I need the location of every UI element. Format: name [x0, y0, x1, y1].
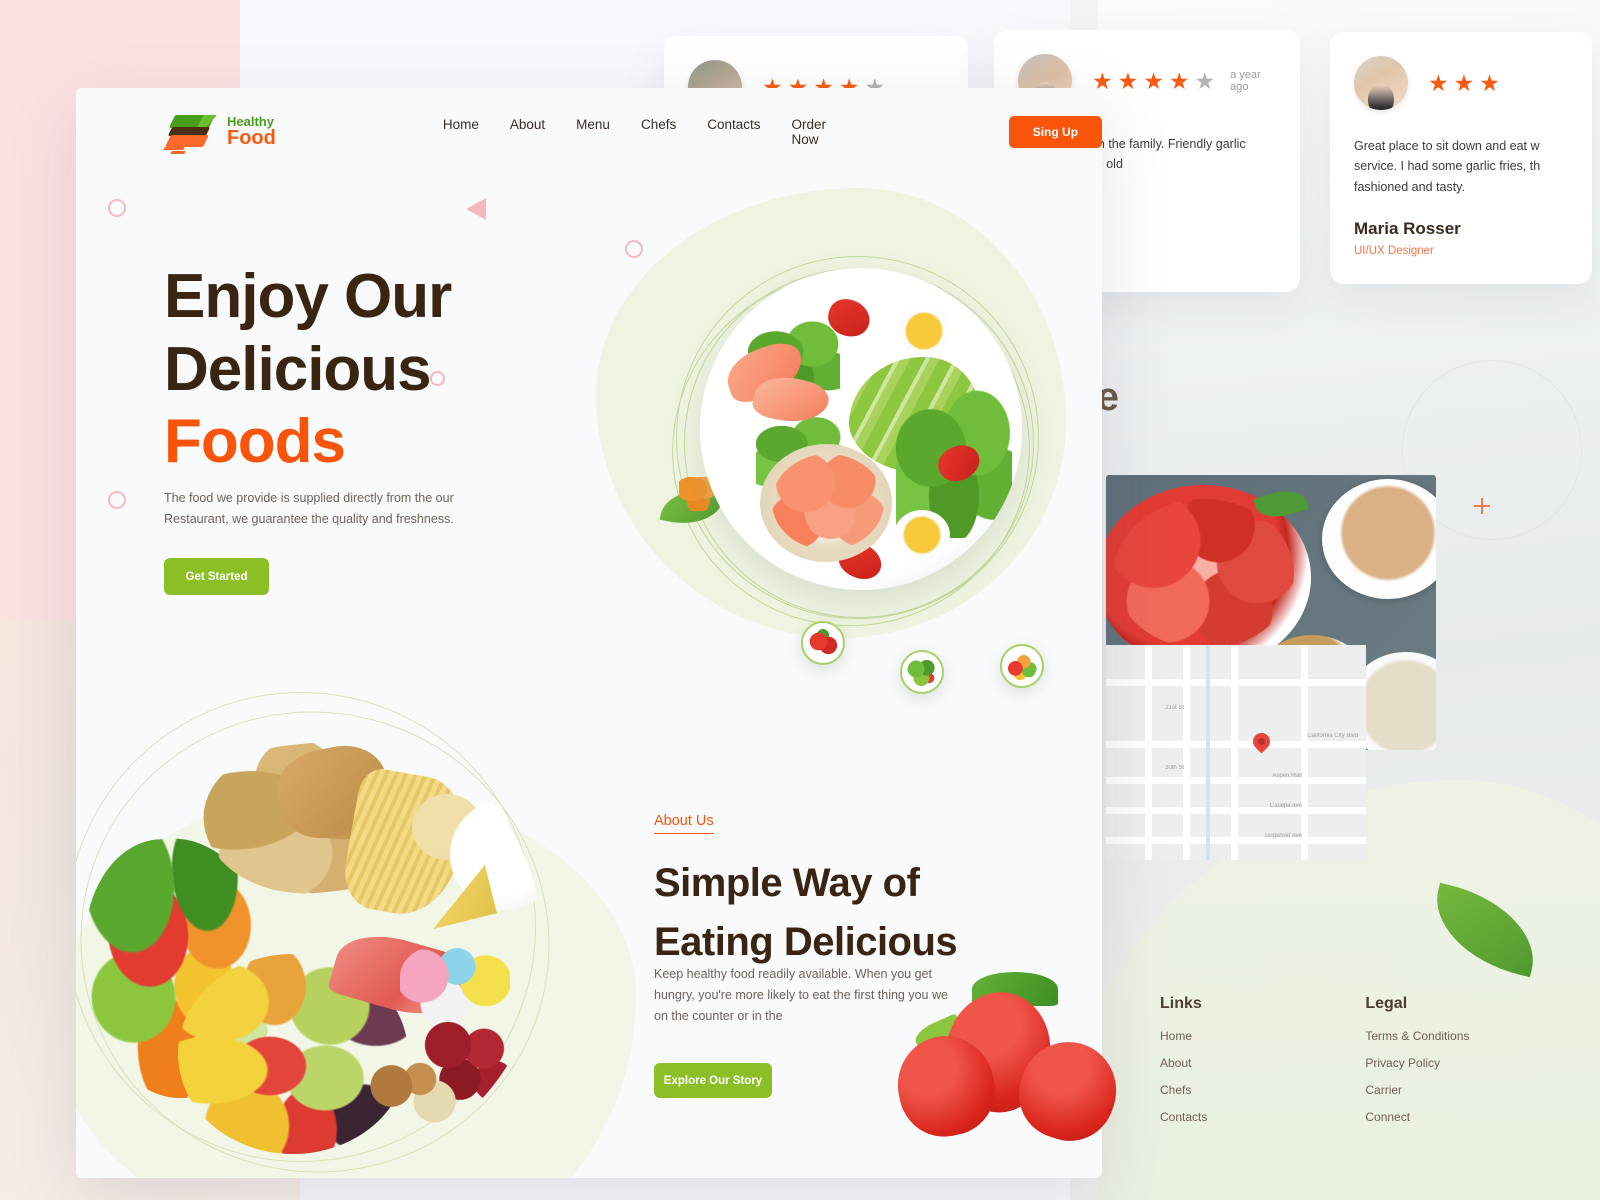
hero-title: Enjoy Our Delicious Foods [164, 261, 452, 479]
salad-icon [907, 657, 937, 687]
footer-link-privacy[interactable]: Privacy Policy [1365, 1056, 1469, 1070]
hero-subtitle: The food we provide is supplied directly… [164, 491, 454, 526]
map-street-label: Aspen Mall [1272, 773, 1302, 779]
salmon-shape [772, 454, 884, 550]
map-road [1231, 645, 1238, 860]
map-road [1301, 645, 1308, 860]
footer-link-connect[interactable]: Connect [1365, 1110, 1469, 1124]
nuts-group-shape [368, 1058, 458, 1128]
hero-title-line-1: Enjoy Our [164, 262, 452, 331]
nav-item-menu[interactable]: Menu [576, 117, 610, 147]
star-icon: ★ [1168, 67, 1190, 94]
footer-column-legal: Legal Terms & Conditions Privacy Policy … [1365, 995, 1469, 1137]
footer-link-home[interactable]: Home [1160, 1029, 1207, 1043]
about-us-link[interactable]: About Us [654, 813, 714, 834]
boiled-egg-shape [896, 306, 952, 356]
footer-column-links: Links Home About Chefs Contacts [1160, 995, 1207, 1137]
location-pin-icon [1249, 729, 1274, 754]
decor-circle [625, 240, 643, 258]
avatar [1354, 56, 1408, 110]
star-icon: ★ [1453, 69, 1475, 96]
map-street-label: 20th St [1164, 765, 1184, 771]
food-thumbnail-vegetables[interactable] [1000, 644, 1044, 688]
rating-stars: ★ ★ ★ ★ ★ a year ago [1092, 69, 1276, 93]
coffee-cup-shape [1322, 479, 1436, 599]
footer-link-contacts[interactable]: Contacts [1160, 1110, 1207, 1124]
footer-column-title: Legal [1365, 995, 1408, 1012]
strawberries-icon [808, 628, 838, 658]
boiled-egg-shape [894, 510, 950, 560]
nav-item-contacts[interactable]: Contacts [707, 117, 760, 147]
rating-stars: ★ ★ ★ [1428, 69, 1500, 96]
main-navigation: Home About Menu Chefs Contacts Order Now [443, 117, 833, 147]
brand-name: Healthy Food [227, 115, 276, 149]
map-street-label: Catalpa Ave [1269, 803, 1302, 809]
star-icon: ★ [1143, 67, 1164, 94]
testimonial-header: ★ ★ ★ [1330, 32, 1592, 110]
sign-up-button[interactable]: Sing Up [1008, 116, 1102, 148]
star-icon: ★ [1117, 67, 1139, 94]
decor-circle [108, 199, 126, 217]
map-road [1145, 645, 1152, 860]
leaf-stack-logo-icon [163, 111, 216, 154]
star-icon: ★ [1479, 69, 1500, 96]
food-thumbnail-salad[interactable] [900, 650, 944, 694]
testimonial-author: Maria Rosser [1354, 218, 1461, 238]
testimonial-text: Great place to sit down and eat w servic… [1354, 139, 1541, 194]
explore-our-story-button[interactable]: Explore Our Story [654, 1063, 772, 1098]
brand-name-top: Healthy [227, 114, 274, 130]
hero-title-line-2: Delicious [164, 334, 432, 404]
hero-title-line-3: Foods [164, 407, 346, 477]
location-map[interactable]: California City Blvd Aspen Mall Catalpa … [1106, 645, 1366, 860]
strawberry-decoration [880, 950, 1140, 1153]
footer-link-chefs[interactable]: Chefs [1160, 1083, 1207, 1097]
food-collage-image [82, 714, 542, 1174]
nav-item-order-now[interactable]: Order Now [792, 117, 833, 147]
brand-name-bottom: Food [227, 127, 276, 150]
strawberries-shape [1114, 499, 1294, 649]
nav-item-about[interactable]: About [510, 117, 545, 147]
nav-item-chefs[interactable]: Chefs [641, 117, 676, 147]
map-street-label: 21st St [1165, 705, 1184, 711]
hero-plate-image [700, 268, 1022, 590]
review-timestamp: a year ago [1230, 69, 1261, 93]
food-thumbnail-strawberries[interactable] [801, 621, 845, 665]
decor-circle [108, 491, 126, 509]
footer-columns: Links Home About Chefs Contacts Legal Te… [1160, 995, 1469, 1137]
site-header: Healthy Food Home About Menu Chefs Conta… [76, 88, 1102, 176]
get-started-button[interactable]: Get Started [164, 558, 269, 595]
star-icon: ★ [1428, 69, 1449, 96]
footer-link-about[interactable]: About [1160, 1056, 1207, 1070]
footer-link-carrier[interactable]: Carrier [1365, 1083, 1469, 1097]
footer-column-title: Links [1160, 995, 1202, 1012]
testimonial-role: UI/UX Designer [1354, 244, 1434, 257]
about-title-line-1: Simple Way of [654, 861, 920, 905]
map-waterway [1206, 645, 1210, 860]
map-street-label: California City Blvd [1307, 733, 1358, 739]
map-street-label: Dogwood Ave [1265, 833, 1302, 839]
nav-item-home[interactable]: Home [443, 117, 479, 147]
plus-icon [1474, 498, 1490, 514]
sweets-group-shape [400, 944, 510, 1024]
star-icon: ★ [1194, 67, 1216, 94]
decor-triangle [466, 198, 486, 220]
testimonial-card[interactable]: ★ ★ ★ Great place to sit down and eat w … [1330, 32, 1592, 284]
brand-logo[interactable]: Healthy Food [163, 111, 276, 154]
vegetables-icon [1007, 651, 1037, 681]
map-road [1183, 645, 1190, 860]
footer-link-terms[interactable]: Terms & Conditions [1365, 1029, 1469, 1043]
